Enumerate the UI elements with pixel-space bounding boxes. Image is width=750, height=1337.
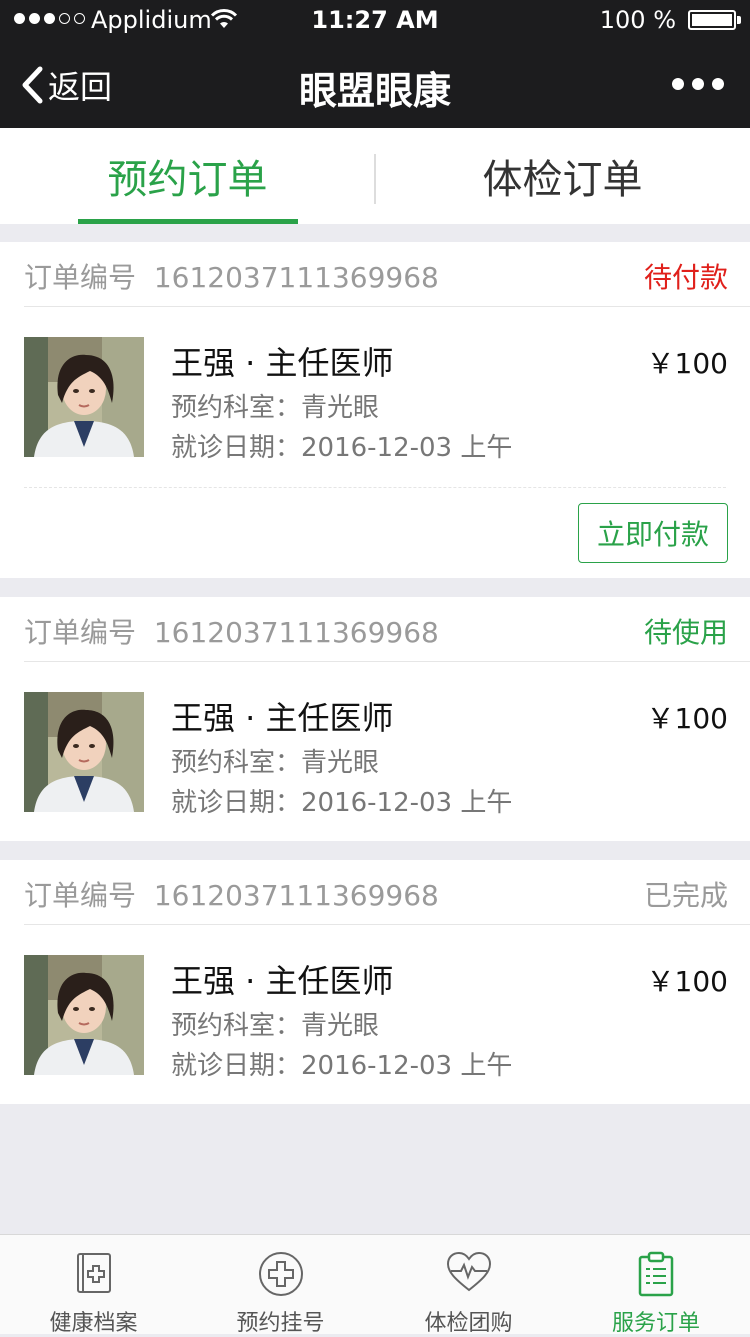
visit-date: 就诊日期：2016-12-03 上午 [171, 1051, 513, 1081]
doctor-name: 王强 · 主任医师 [171, 962, 394, 1000]
order-card[interactable]: 订单编号 1612037111369968 待付款 王强 · 主任医师 ￥100… [0, 242, 750, 578]
department: 预约科室：青光眼 [171, 1011, 380, 1041]
order-status: 待使用 [643, 616, 728, 649]
active-tab-indicator [78, 219, 298, 224]
page-title: 眼盟眼康 [298, 69, 451, 113]
order-number-label: 订单编号 [24, 616, 137, 649]
bottom-tab-label: 服务订单 [611, 1311, 700, 1336]
department: 预约科室：青光眼 [171, 393, 380, 423]
price: ￥100 [646, 347, 728, 380]
bottom-tab-label: 预约挂号 [236, 1311, 325, 1336]
pay-now-button[interactable]: 立即付款 [578, 503, 728, 563]
heart-pulse-icon [375, 1251, 562, 1293]
department: 预约科室：青光眼 [171, 748, 380, 778]
dashed-divider [24, 487, 726, 488]
bottom-tab-bar: 健康档案 预约挂号 体检团购 服务订单 [0, 1234, 750, 1336]
medical-cross-icon [187, 1251, 374, 1297]
divider [24, 924, 750, 925]
bottom-tab-label: 健康档案 [49, 1311, 138, 1336]
battery-percentage: 100 % [599, 6, 676, 34]
order-header: 订单编号 1612037111369968 待使用 [0, 597, 750, 661]
bottom-tab-label: 体检团购 [424, 1311, 513, 1336]
order-status: 待付款 [643, 261, 728, 294]
battery-tip [737, 16, 741, 24]
bottom-tab-checkup-groupbuy[interactable]: 体检团购 [375, 1235, 562, 1336]
tab-appointment-orders[interactable]: 预约订单 [0, 128, 375, 224]
bottom-tab-appointment[interactable]: 预约挂号 [187, 1235, 374, 1336]
battery-icon [688, 10, 736, 30]
order-tabs: 预约订单 体检订单 [0, 128, 750, 224]
order-number-label: 订单编号 [24, 261, 137, 294]
order-number-label: 订单编号 [24, 879, 137, 912]
order-number: 1612037111369968 [153, 261, 439, 294]
doctor-avatar [24, 337, 144, 457]
price: ￥100 [646, 702, 728, 735]
bottom-tab-health-records[interactable]: 健康档案 [0, 1235, 187, 1336]
tab-checkup-orders[interactable]: 体检订单 [375, 128, 750, 224]
top-bar: Applidium 11:27 AM 100 % 返回 眼盟眼康 [0, 0, 750, 128]
status-bar: Applidium 11:27 AM 100 % [0, 0, 750, 40]
visit-date: 就诊日期：2016-12-03 上午 [171, 788, 513, 818]
doctor-name: 王强 · 主任医师 [171, 344, 394, 382]
clipboard-icon [562, 1251, 750, 1297]
doctor-avatar [24, 692, 144, 812]
divider [24, 661, 750, 662]
order-header: 订单编号 1612037111369968 已完成 [0, 860, 750, 924]
order-number-row: 订单编号 1612037111369968 [24, 256, 439, 296]
order-number-row: 订单编号 1612037111369968 [24, 874, 439, 914]
order-number-row: 订单编号 1612037111369968 [24, 611, 439, 651]
visit-date: 就诊日期：2016-12-03 上午 [171, 433, 513, 463]
doctor-name: 王强 · 主任医师 [171, 699, 394, 737]
bottom-tab-service-orders[interactable]: 服务订单 [562, 1235, 750, 1336]
divider [24, 306, 750, 307]
health-record-icon [0, 1251, 187, 1295]
price: ￥100 [646, 965, 728, 998]
more-options-icon[interactable] [672, 78, 724, 90]
navigation-bar: 返回 眼盟眼康 [0, 40, 750, 128]
order-number: 1612037111369968 [153, 879, 439, 912]
order-header: 订单编号 1612037111369968 待付款 [0, 242, 750, 306]
order-status: 已完成 [643, 879, 728, 912]
order-number: 1612037111369968 [153, 616, 439, 649]
order-card[interactable]: 订单编号 1612037111369968 待使用 王强 · 主任医师 ￥100… [0, 597, 750, 841]
doctor-avatar [24, 955, 144, 1075]
order-card[interactable]: 订单编号 1612037111369968 已完成 王强 · 主任医师 ￥100… [0, 860, 750, 1104]
